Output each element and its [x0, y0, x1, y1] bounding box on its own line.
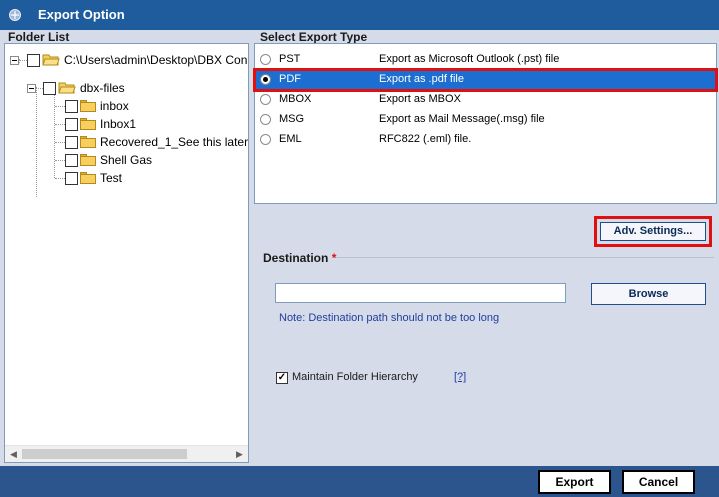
export-option-description: Export as .pdf file — [379, 73, 464, 85]
export-option-name: PDF — [279, 73, 301, 85]
radio-button-selected[interactable] — [260, 74, 271, 85]
tree-connector — [54, 88, 55, 178]
export-option-description: Export as Microsoft Outlook (.pst) file — [379, 53, 560, 65]
export-button[interactable]: Export — [538, 470, 611, 494]
help-link[interactable]: [?] — [454, 371, 466, 383]
dbx-files-label: dbx-files — [80, 81, 125, 95]
folder-label: inbox — [100, 99, 129, 113]
export-option-pdf[interactable]: PDF Export as .pdf file — [253, 68, 718, 92]
button-bar: Export Cancel — [0, 466, 719, 497]
export-type-label: Select Export Type — [260, 30, 368, 44]
folder-open-icon — [58, 82, 76, 94]
tree-connector — [19, 59, 27, 61]
collapse-icon[interactable] — [27, 83, 36, 93]
folder-label: Recovered_1_See this later — [100, 135, 249, 149]
radio-button[interactable] — [260, 94, 271, 105]
folder-label: Test — [100, 171, 123, 185]
destination-note: Note: Destination path should not be too… — [279, 312, 500, 324]
radio-button[interactable] — [260, 54, 271, 65]
radio-button[interactable] — [260, 134, 271, 145]
tree-connector — [55, 106, 65, 107]
browse-button[interactable]: Browse — [591, 283, 706, 305]
tree-item[interactable]: inbox — [65, 97, 129, 115]
root-checkbox[interactable] — [27, 53, 40, 67]
required-marker: * — [331, 251, 337, 265]
tree-item[interactable]: Recovered_1_See this later — [65, 133, 248, 151]
folder-label: Inbox1 — [100, 117, 137, 131]
folder-list-label: Folder List — [8, 30, 70, 44]
destination-divider — [336, 257, 714, 258]
tree-item[interactable]: Test — [65, 169, 122, 187]
export-type-list: PST Export as Microsoft Outlook (.pst) f… — [253, 43, 718, 204]
tree-item[interactable]: Shell Gas — [65, 151, 152, 169]
tree-item[interactable]: Inbox1 — [65, 115, 136, 133]
folder-icon — [80, 100, 96, 112]
app-icon — [9, 9, 21, 21]
title-bar: Export Option — [0, 0, 719, 30]
export-option-eml[interactable]: EML RFC822 (.eml) file. — [255, 130, 716, 150]
destination-label: Destination * — [263, 251, 336, 265]
horizontal-scrollbar[interactable]: ◀ ▶ — [5, 445, 248, 462]
radio-button[interactable] — [260, 114, 271, 125]
export-option-name: MBOX — [279, 93, 312, 105]
export-option-mbox[interactable]: MBOX Export as MBOX — [255, 90, 716, 110]
folder-icon — [80, 154, 96, 166]
destination-path-input[interactable] — [275, 283, 566, 303]
tree-connector — [36, 87, 37, 197]
export-option-pst[interactable]: PST Export as Microsoft Outlook (.pst) f… — [255, 50, 716, 70]
export-option-name: EML — [279, 133, 302, 145]
folder-checkbox[interactable] — [65, 135, 78, 149]
tree-connector — [55, 142, 65, 143]
collapse-icon[interactable] — [10, 55, 19, 65]
window-title: Export Option — [38, 7, 125, 22]
destination-label-text: Destination — [263, 251, 329, 265]
folder-icon — [80, 172, 96, 184]
maintain-hierarchy-checkbox[interactable]: ✓ — [276, 372, 288, 384]
scroll-right-icon[interactable]: ▶ — [231, 446, 248, 462]
dbx-files-checkbox[interactable] — [43, 81, 56, 95]
folder-label: Shell Gas — [100, 153, 153, 167]
tree-connector — [36, 87, 43, 89]
tree-connector — [55, 178, 65, 179]
maintain-hierarchy-label: Maintain Folder Hierarchy — [292, 371, 418, 383]
folder-icon — [80, 136, 96, 148]
scroll-left-icon[interactable]: ◀ — [5, 446, 22, 462]
folder-tree[interactable]: C:\Users\admin\Desktop\DBX Con dbx-files… — [4, 43, 249, 463]
export-option-name: MSG — [279, 113, 305, 125]
dialog-body: Folder List Select Export Type C:\Users\… — [0, 30, 719, 466]
scrollbar-thumb[interactable] — [22, 449, 187, 459]
tree-node-root[interactable]: C:\Users\admin\Desktop\DBX Con — [10, 51, 247, 69]
export-option-description: RFC822 (.eml) file. — [379, 133, 472, 145]
folder-checkbox[interactable] — [65, 99, 78, 113]
folder-open-icon — [42, 54, 60, 66]
folder-checkbox[interactable] — [65, 171, 78, 185]
folder-checkbox[interactable] — [65, 153, 78, 167]
adv-settings-highlight: Adv. Settings... — [594, 216, 712, 247]
root-path-label: C:\Users\admin\Desktop\DBX Con — [64, 53, 248, 67]
cancel-button[interactable]: Cancel — [622, 470, 695, 494]
tree-connector — [55, 160, 65, 161]
tree-node-dbx-files[interactable]: dbx-files — [27, 79, 125, 97]
export-option-name: PST — [279, 53, 301, 65]
folder-icon — [80, 118, 96, 130]
export-option-description: Export as Mail Message(.msg) file — [379, 113, 545, 125]
tree-connector — [55, 124, 65, 125]
export-option-description: Export as MBOX — [379, 93, 461, 105]
export-option-msg[interactable]: MSG Export as Mail Message(.msg) file — [255, 110, 716, 130]
folder-checkbox[interactable] — [65, 117, 78, 131]
adv-settings-button[interactable]: Adv. Settings... — [600, 222, 706, 241]
